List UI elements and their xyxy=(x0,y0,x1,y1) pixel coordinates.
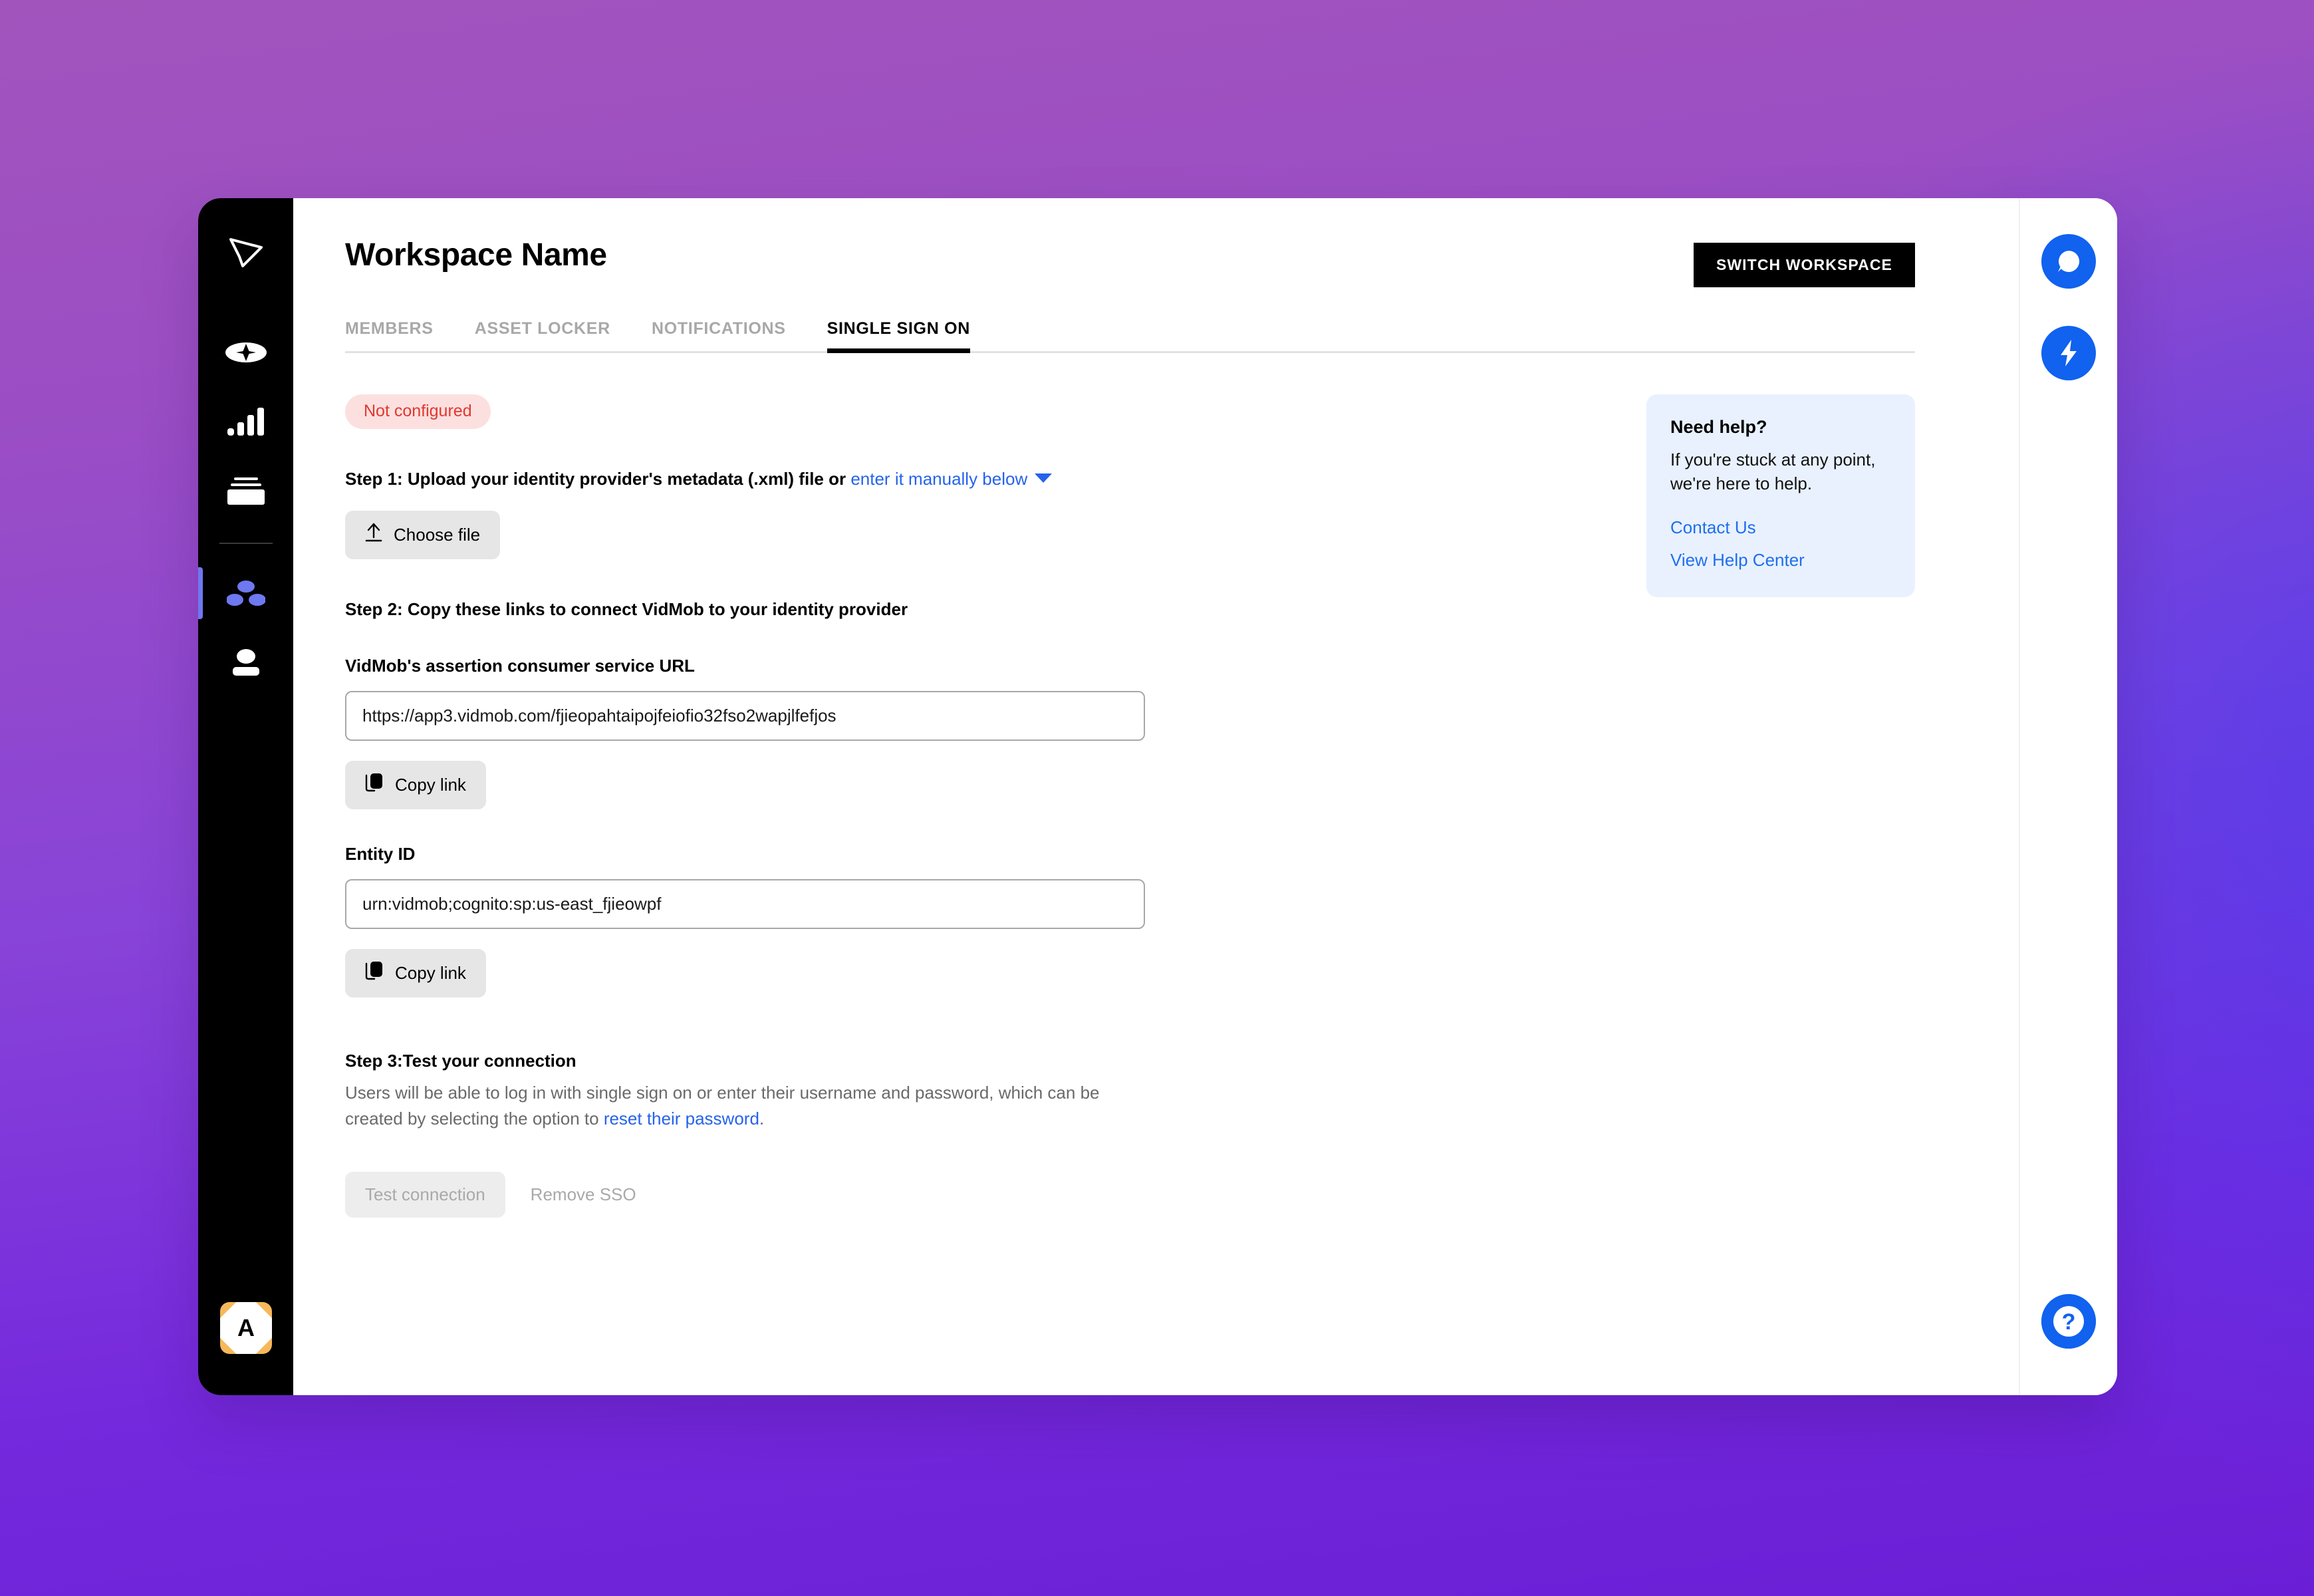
sidebar-item-analytics[interactable] xyxy=(198,387,293,456)
copy-entity-id-label: Copy link xyxy=(395,962,466,983)
tab-members[interactable]: MEMBERS xyxy=(345,319,434,353)
main-content: Workspace Name SWITCH WORKSPACE MEMBERS … xyxy=(293,198,2019,1395)
view-help-center-link[interactable]: View Help Center xyxy=(1670,550,1891,571)
sso-body: Not configured Step 1: Upload your ident… xyxy=(345,394,2019,1218)
archive-box-icon xyxy=(227,476,265,505)
acs-url-label: VidMob's assertion consumer service URL xyxy=(345,655,695,676)
help-card-title: Need help? xyxy=(1670,417,1767,437)
tab-asset-locker[interactable]: ASSET LOCKER xyxy=(475,319,610,353)
chat-bubble-icon[interactable] xyxy=(2041,234,2096,289)
avatar[interactable]: A xyxy=(219,1302,272,1354)
sidebar-item-account[interactable] xyxy=(198,628,293,697)
contact-us-link[interactable]: Contact Us xyxy=(1670,517,1891,538)
help-question-button[interactable]: ? xyxy=(2041,1294,2096,1349)
bar-chart-icon xyxy=(227,407,265,436)
copy-acs-url-label: Copy link xyxy=(395,774,466,795)
tab-bar: MEMBERS ASSET LOCKER NOTIFICATIONS SINGL… xyxy=(345,319,2019,353)
need-help-card: Need help? If you're stuck at any point,… xyxy=(1646,394,1915,597)
step2-heading: Step 2: Copy these links to connect VidM… xyxy=(345,598,908,619)
help-column: Need help? If you're stuck at any point,… xyxy=(1210,394,1915,597)
sparkle-icon xyxy=(224,339,268,366)
header-row: Workspace Name SWITCH WORKSPACE xyxy=(345,237,2019,287)
enter-manually-link[interactable]: enter it manually below xyxy=(850,469,1027,489)
sidebar-item-workspace[interactable] xyxy=(198,559,293,628)
left-sidebar: A xyxy=(198,198,293,1395)
choose-file-button[interactable]: Choose file xyxy=(345,510,501,559)
tab-notifications[interactable]: NOTIFICATIONS xyxy=(652,319,786,353)
sidebar-divider xyxy=(219,543,273,544)
step3-heading: Step 3:Test your connection xyxy=(345,1050,577,1071)
acs-url-input[interactable] xyxy=(345,690,1145,741)
right-widget-strip: ? xyxy=(2019,198,2117,1395)
tab-single-sign-on[interactable]: SINGLE SIGN ON xyxy=(827,319,971,353)
step1-text: Step 1: Upload your identity provider's … xyxy=(345,468,851,489)
step3-description: Users will be able to log in with single… xyxy=(345,1080,1133,1132)
remove-sso-button[interactable]: Remove SSO xyxy=(515,1172,652,1218)
lightning-bolt-icon[interactable] xyxy=(2041,326,2096,380)
app-window: A Workspace Name SWITCH WORKSPACE MEMBER… xyxy=(198,198,2117,1395)
vidmob-cursor-logo-icon[interactable] xyxy=(223,230,269,277)
choose-file-label: Choose file xyxy=(394,524,481,545)
avatar-initial: A xyxy=(237,1314,255,1341)
sso-form-column: Not configured Step 1: Upload your ident… xyxy=(345,394,1210,1218)
svg-text:?: ? xyxy=(2062,1309,2076,1335)
help-card-body: If you're stuck at any point, we're here… xyxy=(1670,450,1876,493)
three-dots-triangle-icon xyxy=(226,578,265,608)
copy-icon xyxy=(365,773,384,797)
status-badge: Not configured xyxy=(345,394,491,429)
step3-actions: Test connection Remove SSO xyxy=(345,1171,1210,1218)
copy-icon xyxy=(365,961,384,986)
entity-id-label: Entity ID xyxy=(345,843,416,864)
avatar-diamond: A xyxy=(219,1302,272,1354)
person-icon xyxy=(228,648,264,676)
copy-acs-url-button[interactable]: Copy link xyxy=(345,760,486,809)
upload-icon xyxy=(365,523,382,547)
test-connection-button[interactable]: Test connection xyxy=(345,1171,505,1218)
chevron-down-icon[interactable] xyxy=(1035,473,1053,483)
switch-workspace-button[interactable]: SWITCH WORKSPACE xyxy=(1693,243,1915,287)
reset-password-link[interactable]: reset their password xyxy=(604,1109,759,1129)
copy-entity-id-button[interactable]: Copy link xyxy=(345,948,486,998)
entity-id-input[interactable] xyxy=(345,878,1145,929)
step1-heading: Step 1: Upload your identity provider's … xyxy=(345,467,1210,491)
page-title: Workspace Name xyxy=(345,237,607,273)
sidebar-item-create[interactable] xyxy=(198,318,293,387)
sidebar-item-library[interactable] xyxy=(198,456,293,525)
step3-text-after: . xyxy=(759,1108,765,1129)
